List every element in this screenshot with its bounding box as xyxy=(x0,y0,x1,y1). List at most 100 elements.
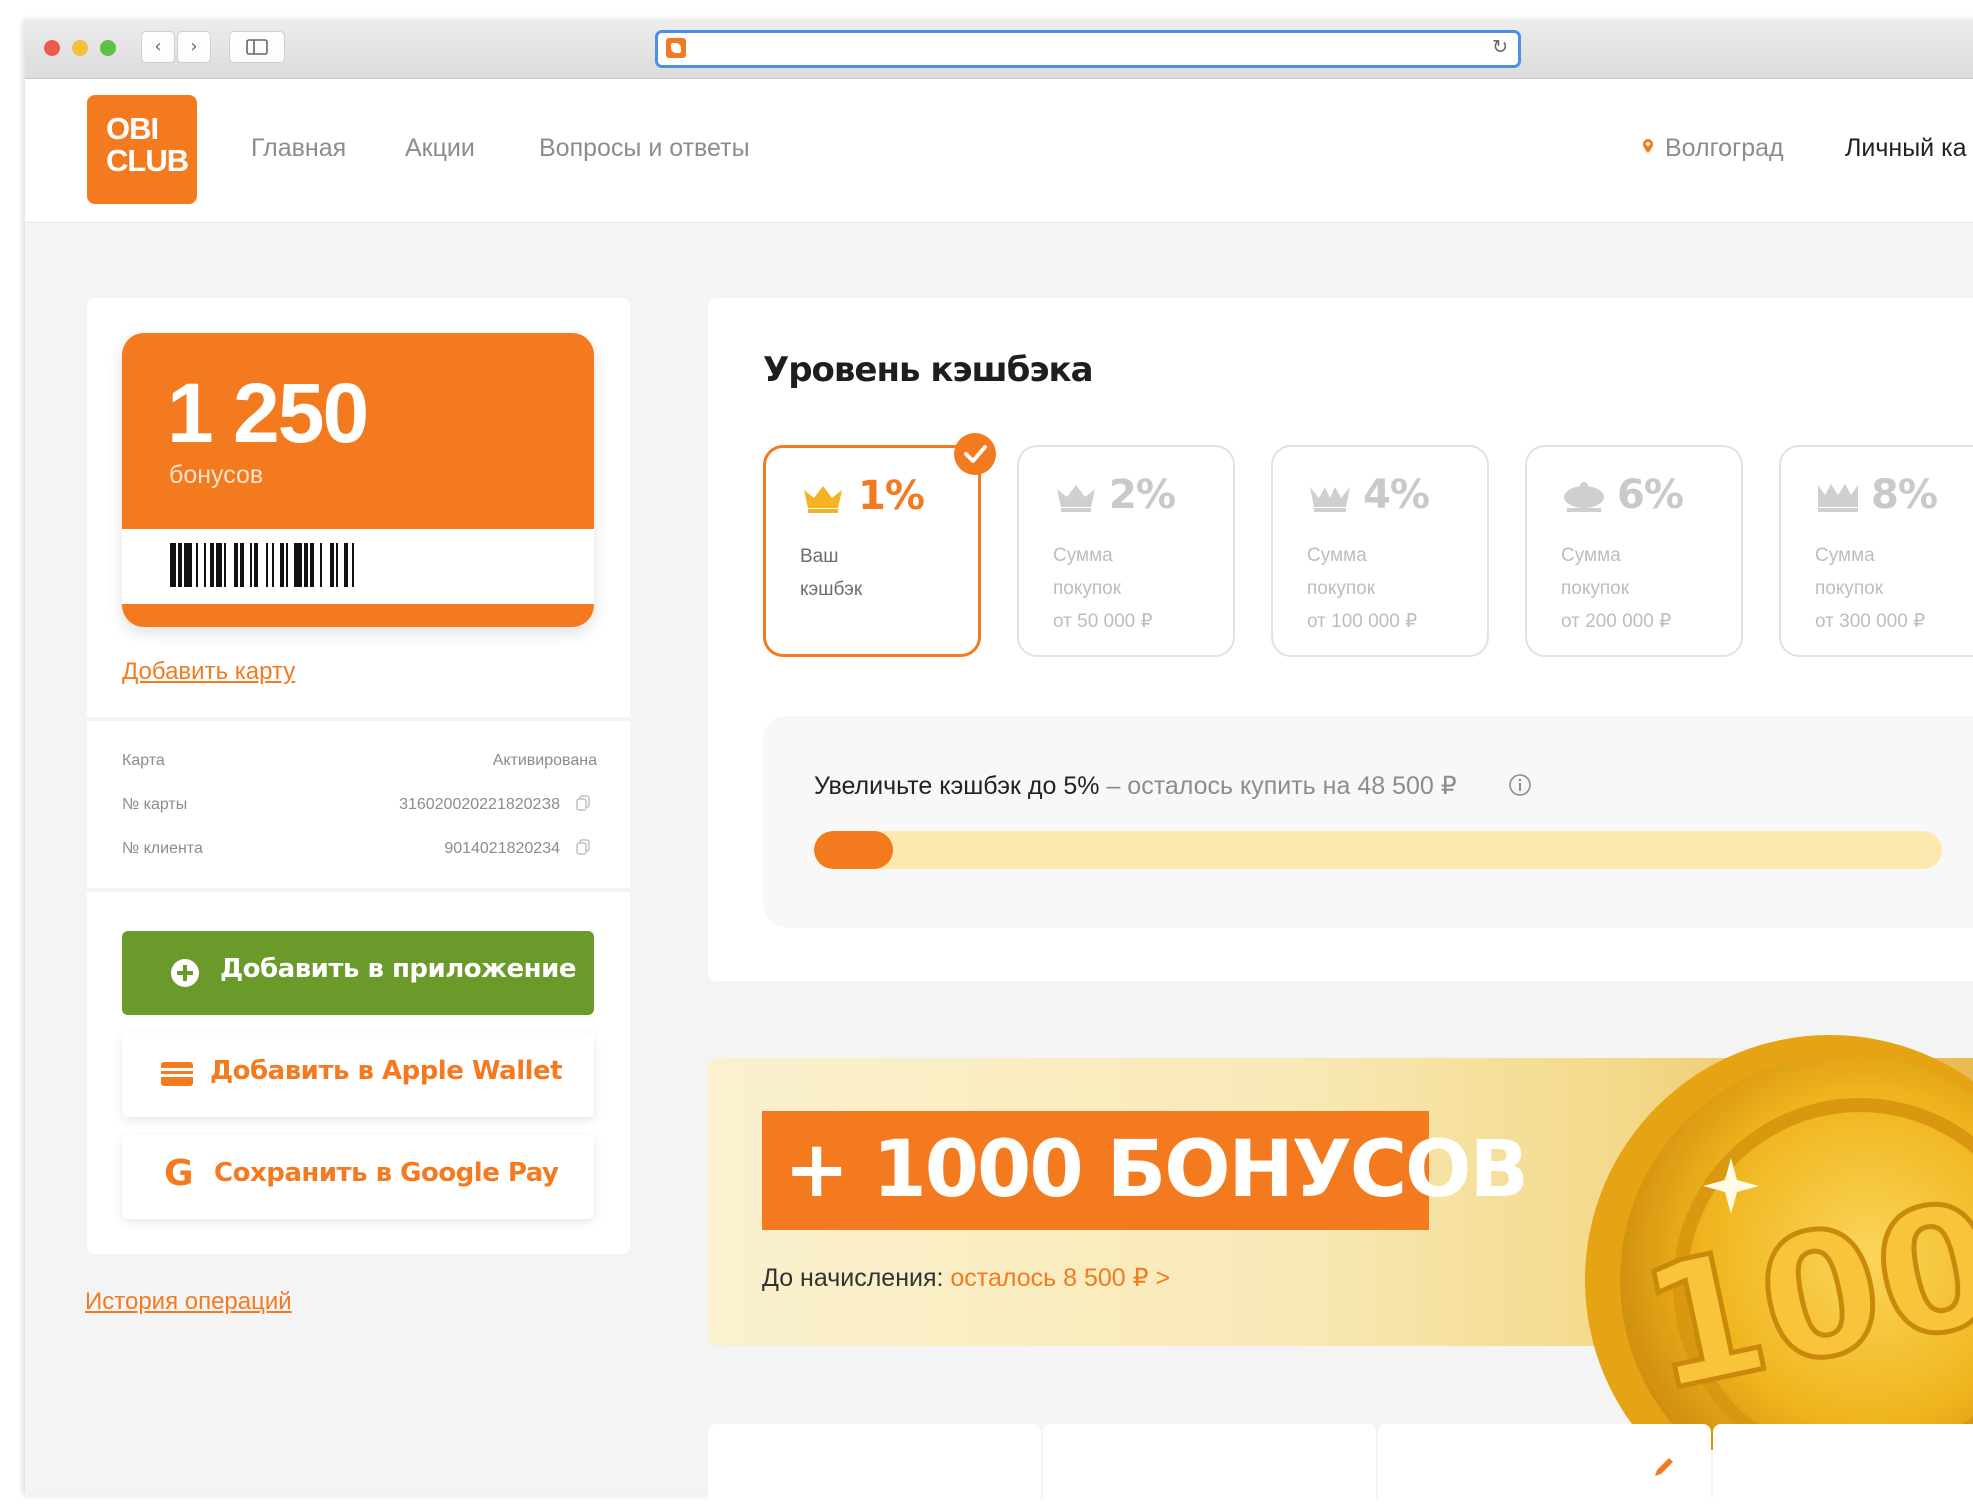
nav-link-home[interactable]: Главная xyxy=(251,134,346,163)
cashback-title: Уровень кэшбэка xyxy=(763,350,1094,390)
level-description: Сумма покупок от 100 000 ₽ xyxy=(1307,539,1477,638)
nav-link-faq[interactable]: Вопросы и ответы xyxy=(539,134,750,163)
barcode-bar xyxy=(266,543,268,587)
level-desc-line: от 50 000 ₽ xyxy=(1053,611,1153,632)
copy-card-number-icon[interactable] xyxy=(576,795,590,811)
add-card-link[interactable]: Добавить карту xyxy=(122,658,295,686)
cashback-progress-box xyxy=(763,716,1973,928)
level-percent: 4% xyxy=(1363,472,1430,518)
add-to-app-button[interactable]: Добавить в приложение xyxy=(122,931,594,1015)
barcode-bar xyxy=(310,543,314,587)
nav-link-promotions[interactable]: Акции xyxy=(405,134,475,163)
add-to-app-label: Добавить в приложение xyxy=(220,954,576,984)
crown-icon xyxy=(1564,482,1604,512)
save-to-google-pay-label: Сохранить в Google Pay xyxy=(214,1158,559,1188)
barcode-bar xyxy=(352,543,354,587)
level-desc-line: Ваш xyxy=(800,546,839,567)
add-to-apple-wallet-button[interactable]: Добавить в Apple Wallet xyxy=(122,1033,594,1117)
card-status-label: Карта xyxy=(122,752,165,769)
barcode-bar xyxy=(336,543,338,587)
pencil-icon[interactable] xyxy=(1651,1456,1675,1480)
barcode-bar xyxy=(320,543,322,587)
cashback-progress-fill xyxy=(814,831,893,869)
cashback-level-3[interactable]: 4% Сумма покупок от 100 000 ₽ xyxy=(1271,445,1489,657)
barcode-bar xyxy=(330,543,334,587)
plus-circle-icon xyxy=(171,959,199,987)
add-to-apple-wallet-label: Добавить в Apple Wallet xyxy=(210,1056,563,1086)
barcode-bar xyxy=(240,543,244,587)
reload-icon[interactable]: ↻ xyxy=(1492,36,1508,58)
zoom-window-button[interactable] xyxy=(100,40,116,56)
barcode-bar xyxy=(184,543,192,587)
site-favicon-icon xyxy=(666,38,686,58)
operations-history-link[interactable]: История операций xyxy=(85,1288,292,1316)
level-desc-line: от 200 000 ₽ xyxy=(1561,611,1672,632)
progress-remaining: – осталось купить на 48 500 ₽ xyxy=(1099,772,1457,800)
bonus-label: бонусов xyxy=(169,461,264,489)
promo-subtitle: До начисления: осталось 8 500 ₽ > xyxy=(762,1263,1170,1293)
progress-goal: Увеличьте кэшбэк до 5% xyxy=(814,772,1100,800)
promo-title-box: + 1000 БОНУСОВ xyxy=(762,1111,1529,1230)
level-desc-line: Сумма xyxy=(1561,545,1621,566)
client-number-value: 9014021820234 xyxy=(444,840,560,857)
location-pin-icon xyxy=(1643,139,1653,153)
google-icon: G xyxy=(164,1153,194,1194)
level-desc-line: покупок xyxy=(1815,578,1884,599)
barcode-bar xyxy=(304,543,308,587)
barcode-icon xyxy=(170,543,354,587)
bottom-tile xyxy=(1043,1424,1376,1504)
bonus-card: 1 250 бонусов xyxy=(122,333,594,627)
barcode-bar xyxy=(254,543,258,587)
bottom-tile xyxy=(1713,1424,1973,1504)
level-description: Сумма покупок от 50 000 ₽ xyxy=(1053,539,1223,638)
bonus-amount: 1 250 xyxy=(167,366,369,460)
barcode-bar xyxy=(344,543,348,587)
barcode-bar xyxy=(204,543,206,587)
level-description: Ваш кэшбэк xyxy=(800,540,970,606)
crown-icon xyxy=(1310,487,1350,512)
divider xyxy=(87,717,630,721)
level-desc-line: покупок xyxy=(1053,578,1122,599)
barcode-strip xyxy=(122,529,594,604)
promo-remaining-link[interactable]: осталось 8 500 ₽ > xyxy=(950,1264,1170,1292)
cashback-level-2[interactable]: 2% Сумма покупок от 50 000 ₽ xyxy=(1017,445,1235,657)
info-icon[interactable] xyxy=(1508,773,1532,797)
level-percent: 1% xyxy=(858,473,925,519)
level-desc-line: от 300 000 ₽ xyxy=(1815,611,1926,632)
cashback-level-4[interactable]: 6% Сумма покупок от 200 000 ₽ xyxy=(1525,445,1743,657)
obi-club-logo[interactable]: OBI CLUB xyxy=(87,95,197,204)
forward-button[interactable]: › xyxy=(177,31,211,63)
account-link[interactable]: Личный ка xyxy=(1845,134,1966,163)
barcode-bar xyxy=(170,543,176,587)
crown-icon xyxy=(1057,485,1095,512)
cashback-progress-text: Увеличьте кэшбэк до 5% – осталось купить… xyxy=(814,771,1457,801)
level-desc-line: Сумма xyxy=(1053,545,1113,566)
wallet-icon xyxy=(161,1062,193,1086)
level-desc-line: Сумма xyxy=(1815,545,1875,566)
sidebar-toggle-button[interactable] xyxy=(229,31,285,63)
level-desc-line: покупок xyxy=(1561,578,1630,599)
minimize-window-button[interactable] xyxy=(72,40,88,56)
cashback-level-1[interactable]: 1% Ваш кэшбэк xyxy=(763,445,981,657)
back-button[interactable]: ‹ xyxy=(141,31,175,63)
close-window-button[interactable] xyxy=(44,40,60,56)
logo-line-1: OBI xyxy=(106,111,159,146)
barcode-bar xyxy=(294,543,302,587)
card-number-label: № карты xyxy=(122,796,188,813)
promo-sub-label: До начисления: xyxy=(762,1264,951,1292)
address-bar[interactable]: ↻ xyxy=(655,30,1521,68)
level-description: Сумма покупок от 200 000 ₽ xyxy=(1561,539,1731,638)
cashback-level-5[interactable]: 8% Сумма покупок от 300 000 ₽ xyxy=(1779,445,1973,657)
level-desc-line: покупок xyxy=(1307,578,1376,599)
city-selector[interactable]: Волгоград xyxy=(1665,134,1784,163)
level-desc-line: кэшбэк xyxy=(800,579,863,600)
barcode-bar xyxy=(280,543,284,587)
bottom-tile xyxy=(708,1424,1041,1504)
copy-client-number-icon[interactable] xyxy=(576,839,590,855)
barcode-bar xyxy=(234,543,238,587)
card-number-value: 3160200202218202З8 xyxy=(399,796,560,813)
divider xyxy=(87,888,630,892)
level-desc-line: Сумма xyxy=(1307,545,1367,566)
barcode-bar xyxy=(178,543,182,587)
save-to-google-pay-button[interactable]: G Сохранить в Google Pay xyxy=(122,1135,594,1219)
